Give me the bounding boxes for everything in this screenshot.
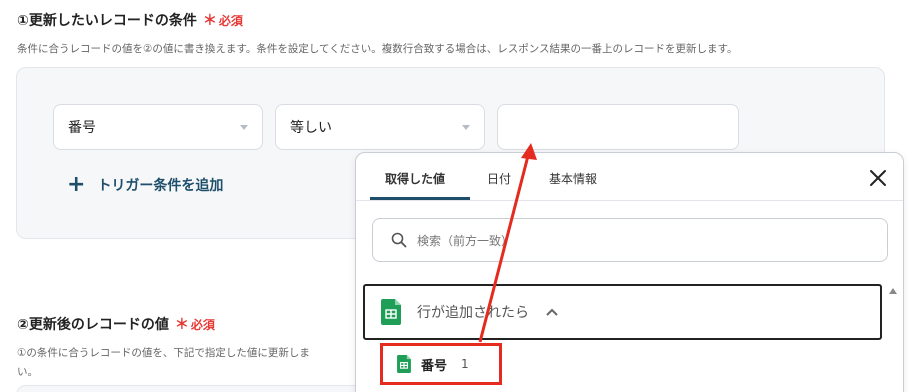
section2-title-text: ②更新後のレコードの値: [17, 317, 169, 333]
operator-select-value: 等しい: [290, 120, 332, 136]
required-label: 必須: [218, 14, 243, 28]
chevron-down-icon: [462, 124, 470, 130]
tab-basic-info[interactable]: 基本情報: [549, 170, 597, 187]
chevron-down-icon: [240, 124, 248, 130]
chevron-up-icon[interactable]: [545, 307, 559, 317]
condition-value-input[interactable]: [497, 104, 739, 150]
required-label: 必須: [190, 318, 215, 332]
section2-description-wrap: い。: [17, 366, 38, 378]
tab-date[interactable]: 日付: [487, 170, 511, 187]
plus-icon: +: [67, 172, 86, 197]
section2-title: ②更新後のレコードの値 ＊必須: [17, 314, 215, 334]
section1-description: 条件に合うレコードの値を②の値に書き換えます。条件を設定してください。複数行合致…: [17, 43, 738, 55]
close-icon[interactable]: [867, 167, 889, 189]
search-icon: [391, 232, 407, 248]
section1-title: ①更新したいレコードの条件 ＊必須: [17, 10, 243, 30]
section1-title-text: ①更新したいレコードの条件: [17, 13, 197, 29]
picker-tabs: 取得した値 日付 基本情報: [356, 153, 903, 201]
item-label: 番号: [421, 358, 448, 374]
required-mark: ＊: [174, 317, 189, 333]
group-row-added[interactable]: 行が追加されたら: [363, 284, 882, 340]
group-label: 行が追加されたら: [417, 305, 529, 321]
google-sheets-icon: [381, 299, 401, 325]
tab-acquired-values[interactable]: 取得した値: [385, 170, 445, 187]
operator-select[interactable]: 等しい: [275, 104, 485, 150]
add-trigger-condition-button[interactable]: + トリガー条件を追加: [67, 174, 223, 196]
value-panel: [16, 385, 376, 392]
value-picker-popover: 取得した値 日付 基本情報 検索（前方一致） 行が追加されたら 番号 1: [355, 152, 904, 392]
search-placeholder: 検索（前方一致）: [417, 233, 514, 248]
field-select-value: 番号: [68, 120, 96, 136]
item-count: 1: [461, 357, 469, 371]
google-sheets-icon: [397, 355, 411, 373]
required-mark: ＊: [202, 13, 217, 29]
list-item-number[interactable]: 番号 1: [380, 343, 502, 385]
picker-search-input[interactable]: 検索（前方一致）: [372, 218, 888, 262]
section2-description: ①の条件に合うレコードの値を、下記で指定した値に更新しま: [17, 347, 310, 359]
scroll-up-arrow-icon[interactable]: [889, 288, 897, 294]
active-tab-indicator: [370, 197, 470, 200]
field-select[interactable]: 番号: [53, 104, 263, 150]
add-trigger-label: トリガー条件を追加: [97, 178, 224, 194]
